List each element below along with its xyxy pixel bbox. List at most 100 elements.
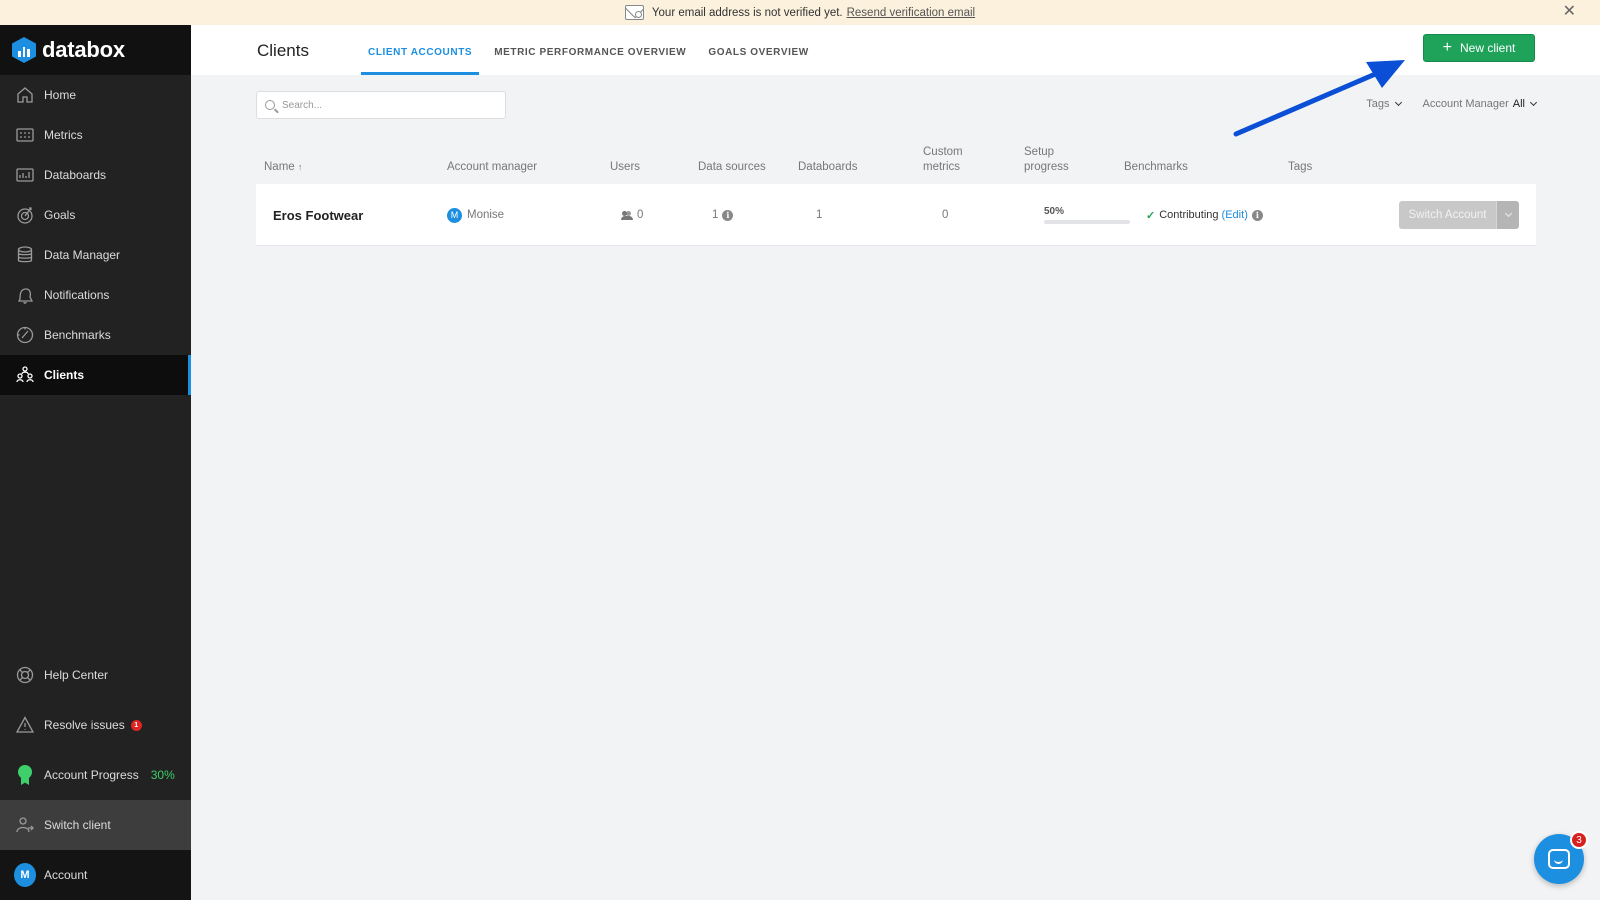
sidebar-item-help-center[interactable]: Help Center — [0, 650, 191, 700]
databoards-icon — [14, 164, 36, 186]
users-count: 0 — [637, 209, 644, 221]
custom-metrics-count: 0 — [942, 209, 949, 221]
chat-icon — [1548, 849, 1570, 869]
sidebar-item-benchmarks[interactable]: Benchmarks — [0, 315, 191, 355]
column-header-name[interactable]: Name ↑ — [264, 160, 302, 175]
metrics-icon — [14, 124, 36, 146]
warning-icon — [14, 714, 36, 736]
sidebar-item-metrics[interactable]: Metrics — [0, 115, 191, 155]
sidebar-item-label: Data Manager — [44, 248, 121, 262]
column-header-users: Users — [610, 161, 641, 173]
sidebar-item-label: Goals — [44, 208, 76, 222]
issues-count-badge: 1 — [130, 719, 142, 731]
users-icon — [621, 211, 633, 220]
search-box[interactable] — [256, 91, 506, 119]
switch-client-icon — [14, 814, 36, 836]
client-name[interactable]: Eros Footwear — [273, 184, 363, 246]
new-client-label: New client — [1459, 41, 1516, 55]
mail-icon — [624, 5, 644, 20]
sidebar-item-account[interactable]: M Account — [0, 850, 191, 900]
check-icon: ✓ — [1146, 209, 1156, 222]
setup-progress-cell: 50% — [1044, 184, 1130, 246]
benchmarks-icon — [14, 324, 36, 346]
column-header-custom-metrics: Custom metrics — [923, 146, 963, 173]
sidebar-item-goals[interactable]: Goals — [0, 195, 191, 235]
manager-name: Monise — [467, 209, 505, 221]
column-header-databoards: Databoards — [798, 161, 858, 173]
column-header-benchmarks: Benchmarks — [1124, 161, 1188, 173]
table-header: Name ↑ Account manager Users Data source… — [256, 143, 1536, 183]
sidebar-item-label: Switch client — [44, 818, 111, 832]
avatar: M — [14, 863, 36, 887]
sidebar-item-notifications[interactable]: Notifications — [0, 275, 191, 315]
sidebar-item-label: Clients — [44, 368, 85, 382]
data-sources-cell: 1 i — [712, 184, 734, 246]
tab-bar: CLIENT ACCOUNTS METRIC PERFORMANCE OVERV… — [361, 25, 824, 75]
new-client-button[interactable]: + New client — [1423, 34, 1535, 62]
users-cell: 0 — [621, 184, 644, 246]
page-title: Clients — [257, 41, 309, 60]
account-manager-filter-label: Account Manager — [1422, 98, 1509, 110]
setup-progress-percent: 50% — [1044, 206, 1065, 217]
table-row[interactable]: Eros Footwear M Monise 0 1 i 1 0 50% ✓ C… — [256, 184, 1536, 246]
tab-client-accounts[interactable]: CLIENT ACCOUNTS — [361, 25, 480, 75]
sidebar-item-switch-client[interactable]: Switch client — [0, 800, 191, 850]
column-header-setup-progress: Setup progress — [1024, 146, 1069, 173]
benchmark-status: Contributing — [1159, 209, 1219, 221]
data-sources-count: 1 — [712, 209, 719, 221]
sidebar-item-account-progress[interactable]: Account Progress 30% — [0, 750, 191, 800]
search-input[interactable] — [282, 99, 482, 111]
sidebar-item-databoards[interactable]: Databoards — [0, 155, 191, 195]
lifebuoy-icon — [14, 664, 36, 686]
chevron-down-icon — [1504, 209, 1512, 218]
award-icon — [14, 764, 36, 786]
sidebar-item-label: Home — [44, 88, 77, 102]
databox-logo-icon — [12, 37, 36, 63]
goals-icon — [14, 204, 36, 226]
annotation-arrow — [1233, 60, 1405, 137]
brand-name: databox — [42, 37, 125, 62]
tab-goals-overview[interactable]: GOALS OVERVIEW — [701, 25, 815, 75]
sidebar: databox Home Metrics Databoards Goals Da… — [0, 25, 191, 900]
column-header-tags: Tags — [1288, 161, 1313, 173]
account-manager-filter-value: All — [1512, 98, 1525, 110]
account-manager-filter[interactable]: Account Manager All — [1422, 98, 1538, 110]
switch-account-dropdown[interactable] — [1496, 201, 1519, 229]
sidebar-item-data-manager[interactable]: Data Manager — [0, 235, 191, 275]
sort-ascending-icon: ↑ — [297, 162, 303, 172]
home-icon — [14, 84, 36, 106]
chevron-down-icon — [1529, 98, 1538, 107]
sidebar-item-clients[interactable]: Clients — [0, 355, 191, 395]
setup-progress-bar — [1044, 220, 1130, 224]
sidebar-item-label: Benchmarks — [44, 328, 111, 342]
banner-message: Your email address is not verified yet. — [651, 6, 843, 19]
info-icon[interactable]: i — [1251, 209, 1263, 221]
sidebar-item-label: Help Center — [44, 668, 109, 682]
switch-account-button[interactable]: Switch Account — [1399, 201, 1496, 229]
account-progress-percent: 30% — [150, 768, 175, 782]
column-header-account-manager: Account manager — [447, 161, 538, 173]
tab-metric-performance-overview[interactable]: METRIC PERFORMANCE OVERVIEW — [487, 25, 693, 75]
bell-icon — [14, 284, 36, 306]
manager-avatar: M — [447, 207, 462, 223]
switch-account-group: Switch Account — [1399, 184, 1519, 246]
data-manager-icon — [14, 244, 36, 266]
sidebar-item-label: Account — [44, 868, 88, 882]
close-icon[interactable]: ✕ — [1563, 4, 1576, 20]
account-manager-cell: M Monise — [447, 184, 504, 246]
sidebar-item-label: Metrics — [44, 128, 83, 142]
sidebar-item-label: Resolve issues — [44, 718, 125, 732]
sidebar-item-home[interactable]: Home — [0, 75, 191, 115]
search-icon — [265, 100, 275, 110]
chat-launcher-button[interactable]: 3 — [1534, 831, 1588, 884]
brand-logo[interactable]: databox — [0, 25, 191, 75]
verification-banner: Your email address is not verified yet. … — [0, 0, 1600, 25]
info-icon[interactable]: i — [722, 209, 734, 221]
benchmarks-cell: ✓ Contributing (Edit) i — [1146, 184, 1263, 246]
sidebar-item-label: Databoards — [44, 168, 107, 182]
resend-verification-link[interactable]: Resend verification email — [847, 7, 975, 19]
sidebar-item-label: Notifications — [44, 288, 110, 302]
benchmark-edit-link[interactable]: (Edit) — [1222, 209, 1248, 221]
sidebar-item-resolve-issues[interactable]: Resolve issues 1 — [0, 700, 191, 750]
plus-icon: + — [1442, 39, 1452, 56]
